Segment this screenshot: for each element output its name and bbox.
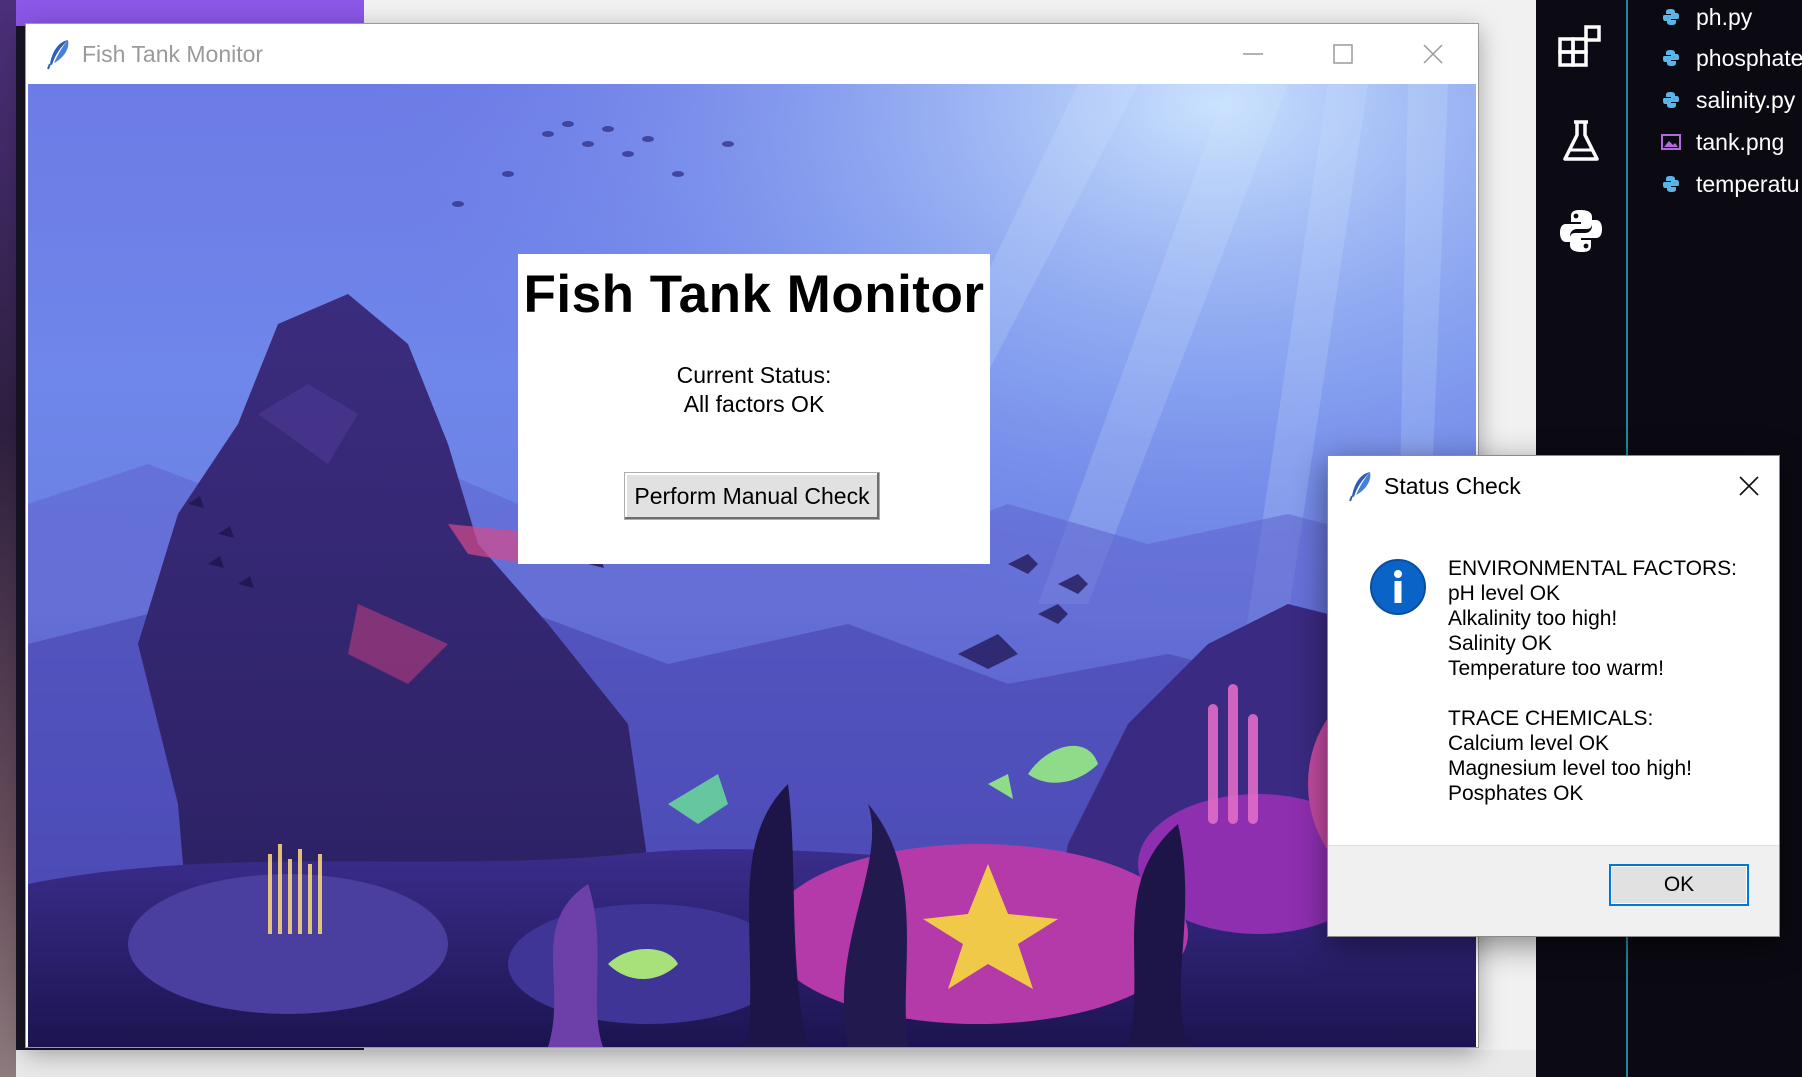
status-label: Current Status: [676, 362, 832, 388]
dialog-titlebar[interactable]: Status Check [1328, 456, 1779, 516]
python-file-icon [1660, 47, 1682, 69]
python-file-icon [1660, 89, 1682, 111]
file-name: salinity.py [1696, 86, 1796, 113]
python-icon[interactable] [1556, 206, 1606, 256]
file-name: temperatu [1696, 170, 1800, 197]
window-title: Fish Tank Monitor [82, 40, 264, 67]
message-line: ENVIRONMENTAL FACTORS: [1448, 557, 1737, 580]
explorer-file-item[interactable]: salinity.py [1660, 84, 1795, 116]
file-name: ph.py [1696, 3, 1753, 30]
close-button[interactable] [1388, 24, 1478, 84]
maximize-icon [1333, 44, 1353, 64]
python-file-icon [1660, 6, 1682, 28]
dialog-title: Status Check [1384, 472, 1521, 499]
status-check-dialog: Status Check ENVIRONMENTAL FACTORS: pH l… [1327, 455, 1780, 937]
minimize-icon [1243, 53, 1263, 55]
ok-button[interactable]: OK [1609, 864, 1749, 906]
background-app-header [16, 0, 364, 26]
file-name: tank.png [1696, 128, 1785, 155]
close-icon [1423, 44, 1443, 64]
dialog-close-button[interactable] [1727, 464, 1771, 508]
message-line: TRACE CHEMICALS: [1448, 707, 1654, 730]
message-line: Magnesium level too high! [1448, 757, 1692, 780]
explorer-file-item[interactable]: temperatu [1660, 168, 1800, 200]
message-line: Temperature too warm! [1448, 657, 1664, 680]
minimize-button[interactable] [1208, 24, 1298, 84]
underwater-scene-image: Fish Tank Monitor Current Status: All fa… [28, 84, 1476, 1047]
perform-manual-check-button[interactable]: Perform Manual Check [624, 472, 880, 520]
testing-flask-icon[interactable] [1556, 116, 1606, 166]
background-app-bottom [16, 1050, 1536, 1077]
python-file-icon [1660, 173, 1682, 195]
extensions-icon[interactable] [1556, 22, 1606, 72]
close-icon [1739, 476, 1759, 496]
background-app-edge [0, 0, 16, 1077]
dialog-footer: OK [1328, 845, 1779, 936]
message-line: Calcium level OK [1448, 732, 1610, 755]
info-icon [1370, 559, 1426, 615]
feather-app-icon [47, 40, 69, 70]
image-file-icon [1660, 131, 1682, 153]
window-titlebar[interactable]: Fish Tank Monitor [26, 24, 1478, 84]
message-line: pH level OK [1448, 582, 1561, 605]
app-heading: Fish Tank Monitor [523, 265, 985, 324]
explorer-file-item[interactable]: ph.py [1660, 1, 1752, 33]
maximize-button[interactable] [1298, 24, 1388, 84]
message-line: Posphates OK [1448, 782, 1584, 805]
dialog-body: ENVIRONMENTAL FACTORS: pH level OK Alkal… [1328, 516, 1779, 844]
status-card: Fish Tank Monitor Current Status: All fa… [518, 254, 990, 564]
fish-tank-window: Fish Tank Monitor Fish Tank Monitor Curr… [26, 24, 1478, 1047]
status-value: All factors OK [683, 391, 825, 417]
feather-app-icon [1349, 472, 1371, 502]
message-line: Salinity OK [1448, 632, 1552, 655]
explorer-file-item[interactable]: tank.png [1660, 126, 1784, 158]
file-name: phosphate [1696, 44, 1802, 71]
dialog-message: ENVIRONMENTAL FACTORS: pH level OK Alkal… [1448, 556, 1737, 806]
explorer-file-item[interactable]: phosphate [1660, 42, 1802, 74]
message-line: Alkalinity too high! [1448, 607, 1618, 630]
